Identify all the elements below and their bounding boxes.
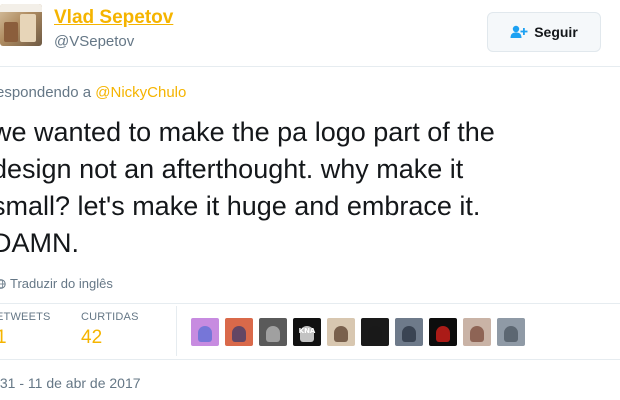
reply-mention-link[interactable]: @NickyChulo — [95, 84, 186, 101]
liker-avatar[interactable] — [327, 318, 355, 346]
liker-avatar-figure — [436, 326, 450, 342]
follow-button-label: Seguir — [534, 24, 578, 40]
liker-avatar[interactable] — [225, 318, 253, 346]
author-avatar[interactable] — [0, 4, 42, 46]
likes-label: CURTIDAS — [81, 311, 139, 323]
follow-person-plus-icon — [510, 25, 528, 39]
author-handle[interactable]: @VSepetov — [54, 33, 134, 50]
retweets-label: ETWEETS — [0, 311, 51, 323]
tweet-text: we wanted to make the pa logo part of th… — [0, 114, 602, 262]
liker-avatar[interactable] — [497, 318, 525, 346]
liker-avatar-figure — [504, 326, 518, 342]
header-divider — [0, 66, 620, 67]
likes-count: 42 — [81, 327, 103, 348]
liker-avatar[interactable] — [395, 318, 423, 346]
liker-avatar[interactable] — [361, 318, 389, 346]
author-name[interactable]: Vlad Sepetov — [54, 7, 173, 29]
liker-avatar[interactable] — [259, 318, 287, 346]
liker-avatar-figure — [368, 326, 382, 342]
tweet-text-line: we wanted to make the pa logo part of th… — [0, 117, 495, 147]
liker-avatar-figure — [470, 326, 484, 342]
liker-avatar-figure — [198, 326, 212, 342]
tweet-text-line: design not an afterthought. why make it — [0, 154, 464, 184]
follow-button[interactable]: Seguir — [487, 12, 601, 52]
translate-link[interactable]: Traduzir do inglês — [0, 276, 113, 291]
stats-separator — [176, 306, 177, 356]
retweets-count: 1 — [0, 327, 7, 348]
retweets-stat[interactable]: ETWEETS 1 — [0, 311, 51, 349]
liker-avatar-figure — [334, 326, 348, 342]
liker-avatar[interactable] — [463, 318, 491, 346]
globe-icon — [0, 278, 6, 289]
stats-bottom-divider — [0, 359, 620, 360]
stats-top-divider — [0, 303, 620, 304]
translate-label: Traduzir do inglês — [10, 276, 113, 291]
reply-prefix: espondendo a — [0, 84, 96, 101]
tweet-text-line: small? let's make it huge and embrace it… — [0, 191, 481, 221]
tweet-timestamp[interactable]: :31 - 11 de abr de 2017 — [0, 375, 141, 391]
liker-avatar-figure — [232, 326, 246, 342]
likes-stat[interactable]: CURTIDAS 42 — [81, 311, 139, 349]
liker-avatar-figure — [266, 326, 280, 342]
reply-context: espondendo a @NickyChulo — [0, 84, 186, 101]
liker-avatar[interactable] — [191, 318, 219, 346]
liker-avatar[interactable] — [429, 318, 457, 346]
liker-avatar-logo-text: KNA — [298, 327, 316, 335]
liker-avatars: KNA — [191, 318, 525, 346]
liker-avatar[interactable]: KNA — [293, 318, 321, 346]
tweet-text-line: DAMN. — [0, 228, 79, 258]
liker-avatar-figure — [402, 326, 416, 342]
